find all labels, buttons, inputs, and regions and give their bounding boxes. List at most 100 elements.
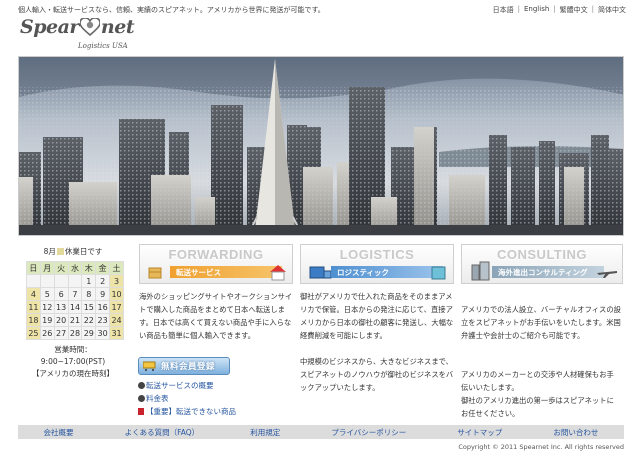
business-hours-label: 営業時間： <box>54 345 92 354</box>
price-list-link[interactable]: 料金表 <box>146 393 169 404</box>
link-row: 料金表 <box>138 392 236 405</box>
calendar-day: 14 <box>67 300 83 314</box>
calendar-day: 30 <box>95 326 111 340</box>
logistics-title: LOGISTICS <box>339 247 415 262</box>
footer-sitemap-link[interactable]: サイトマップ <box>457 427 502 438</box>
calendar-day: 25 <box>26 326 41 340</box>
logo-text-right: net <box>100 16 135 38</box>
calendar-day: 7 <box>67 287 83 301</box>
calendar-day: 10 <box>109 287 124 301</box>
calendar-empty-cell <box>26 274 41 288</box>
holiday-label: 休業日です <box>64 247 103 256</box>
calendar-day: 18 <box>26 313 41 327</box>
calendar-day: 12 <box>39 300 55 314</box>
calendar-day: 8 <box>81 287 97 301</box>
calendar-day: 31 <box>109 326 124 340</box>
forwarding-subtitle: 転送サービス <box>170 266 282 278</box>
calendar-week-row: 123 <box>26 274 124 288</box>
calendar-day: 11 <box>26 300 41 314</box>
forwarding-service-button[interactable]: FORWARDING 転送サービス <box>139 244 293 284</box>
prohibited-items-link[interactable]: 【重要】転送できない商品 <box>146 406 236 417</box>
calendar-day: 6 <box>53 287 69 301</box>
calendar-day: 19 <box>39 313 55 327</box>
house-icon <box>270 265 286 281</box>
lang-traditional-chinese-link[interactable]: 繁體中文 <box>560 5 588 15</box>
logo-wordmark: Spear net <box>20 16 135 38</box>
calendar-day: 28 <box>67 326 83 340</box>
forwarding-title: FORWARDING <box>168 247 264 262</box>
logistics-subtitle: ロジスティック <box>331 266 443 278</box>
logo-text-left: Spear <box>20 16 79 38</box>
calendar-day: 9 <box>95 287 111 301</box>
lang-separator: | <box>553 5 556 13</box>
calendar-weekday-row: 日月火水木金土 <box>26 261 124 275</box>
calendar-empty-cell <box>67 274 83 288</box>
footer-contact-link[interactable]: お問い合わせ <box>553 427 598 438</box>
consulting-subtitle: 海外進出コンサルティング <box>492 266 604 278</box>
link-row: 【重要】転送できない商品 <box>138 405 236 418</box>
calendar-weekday: 金 <box>95 261 111 275</box>
footer-privacy-link[interactable]: プライバシーポリシー <box>331 427 406 438</box>
calendar-day: 29 <box>81 326 97 340</box>
calendar-day: 23 <box>95 313 111 327</box>
consulting-paragraph-1: アメリカでの法人設立、バーチャルオフィスの設立をスピアネットがお手伝いをいたしま… <box>461 305 621 340</box>
calendar-day: 2 <box>95 274 111 288</box>
lang-english-link[interactable]: English <box>524 5 549 15</box>
footer-faq-link[interactable]: よくある質問（FAQ） <box>125 427 200 438</box>
logistics-paragraph-1: 御社がアメリカで仕入れた商品をそのままアメリカで保管。日本からの発注に応じて、直… <box>300 292 454 340</box>
calendar-month: 8月 <box>43 247 56 256</box>
lang-japanese-link[interactable]: 日本語 <box>493 5 514 15</box>
package-arrow-house-icon <box>148 267 162 279</box>
lang-simplified-chinese-link[interactable]: 简体中文 <box>598 5 626 15</box>
consulting-title: CONSULTING <box>497 247 587 262</box>
logistics-service-button[interactable]: LOGISTICS ロジスティック <box>300 244 454 284</box>
current-us-time-label: 【アメリカの現在時刻】 <box>31 369 115 378</box>
calendar-day: 20 <box>53 313 69 327</box>
spearnet-logo[interactable]: Spear net Logistics USA <box>20 16 140 54</box>
logo-subtitle: Logistics USA <box>78 42 128 50</box>
forwarding-paragraph: 海外のショッピングサイトやオークションサイトで購入した商品をまとめて日本へ転送し… <box>139 292 293 340</box>
free-signup-label: 無料会員登録 <box>161 362 216 372</box>
calendar-day: 26 <box>39 326 55 340</box>
forwarding-overview-link[interactable]: 転送サービスの概要 <box>146 380 214 391</box>
info-links: 転送サービスの概要 料金表 【重要】転送できない商品 <box>138 379 236 418</box>
calendar-weekday: 日 <box>26 261 41 275</box>
calendar-weekday: 土 <box>109 261 124 275</box>
lang-separator: | <box>591 5 594 13</box>
calendar-weekday: 火 <box>53 261 69 275</box>
calendar-week-row: 11 12 13 14 15 16 17 <box>26 300 124 314</box>
building-icon <box>471 261 490 281</box>
footer-company-link[interactable]: 会社概要 <box>44 427 74 438</box>
holiday-calendar-panel: 8月 休業日です 日月火水木金土 1 2 3 4 5 6 7 8 9 10 11 12 13 14 15 16 1… <box>18 246 128 379</box>
site-tagline: 個人輸入・転送サービスなら、信頼、実績のスピアネット。アメリカから世界に発送が可… <box>18 6 325 14</box>
bullet-icon <box>138 395 145 402</box>
free-signup-button[interactable]: 無料会員登録 <box>138 357 230 375</box>
link-row: 転送サービスの概要 <box>138 379 236 392</box>
bullet-icon <box>138 382 145 389</box>
city-skyline-image <box>19 57 623 235</box>
consulting-description: アメリカでの法人設立、バーチャルオフィスの設立をスピアネットがお手伝いをいたしま… <box>461 290 621 446</box>
calendar-day: 3 <box>109 274 124 288</box>
calendar-day: 1 <box>81 274 97 288</box>
calendar-day: 27 <box>53 326 69 340</box>
logistics-description: 御社がアメリカで仕入れた商品をそのままアメリカで保管。日本からの発注に応じて、直… <box>300 290 456 407</box>
calendar-week-row: 4 5 6 7 8 9 10 <box>26 287 124 301</box>
holiday-legend-swatch <box>56 248 64 255</box>
calendar-day: 21 <box>67 313 83 327</box>
shopping-cart-icon <box>143 361 156 371</box>
calendar-day: 16 <box>95 300 111 314</box>
hero-city-image <box>18 56 624 236</box>
footer-terms-link[interactable]: 利用規定 <box>250 427 280 438</box>
important-flag-icon <box>138 408 144 415</box>
calendar-day: 5 <box>39 287 55 301</box>
consulting-paragraph-2: アメリカのメーカーとの交渉や人材確保もお手伝いいたします。 御社のアメリカ進出の… <box>461 370 614 418</box>
calendar-day: 15 <box>81 300 97 314</box>
language-switcher: 日本語 | English | 繁體中文 | 简体中文 <box>493 5 626 15</box>
calendar-day: 13 <box>53 300 69 314</box>
calendar-week-row: 18 19 20 21 22 23 24 <box>26 313 124 327</box>
forwarding-description: 海外のショッピングサイトやオークションサイトで購入した商品をまとめて日本へ転送し… <box>139 290 295 355</box>
calendar-body: 1 2 3 4 5 6 7 8 9 10 11 12 13 14 15 16 17 18 19 20 21 22 23 24 2… <box>26 274 124 340</box>
calendar-day: 24 <box>109 313 124 327</box>
airplane-icon <box>597 271 617 278</box>
consulting-service-button[interactable]: CONSULTING 海外進出コンサルティング <box>461 244 623 284</box>
